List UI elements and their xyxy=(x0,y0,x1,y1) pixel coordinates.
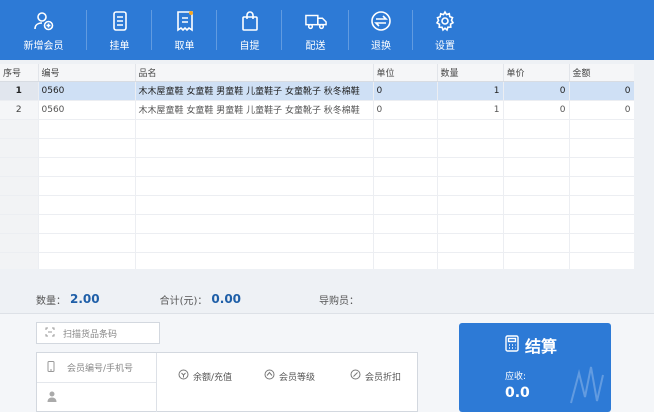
scan-icon xyxy=(45,327,55,340)
amount-total-label: 合计(元)： xyxy=(159,295,208,307)
balance-recharge-button[interactable]: 余额/充值 xyxy=(178,369,232,383)
col-header-unit[interactable]: 单位 xyxy=(373,64,438,82)
delivery-label: 配送 xyxy=(305,41,326,52)
amount-due-label: 应收: xyxy=(505,372,527,382)
hold-order-label: 挂单 xyxy=(109,41,130,52)
add-member-icon xyxy=(33,10,55,32)
empty-row xyxy=(0,233,634,253)
row-code[interactable]: 0560 xyxy=(38,100,136,120)
settings-button[interactable]: 设置 xyxy=(413,0,477,60)
empty-row xyxy=(0,138,634,158)
hold-order-icon xyxy=(109,10,131,32)
user-icon xyxy=(47,391,57,405)
row-amount[interactable]: 0 xyxy=(569,100,634,120)
return-exchange-label: 退换 xyxy=(371,41,391,52)
member-id-input[interactable]: 会员编号/手机号 xyxy=(37,353,156,383)
retrieve-order-label: 取单 xyxy=(174,41,195,52)
pickup-label: 自提 xyxy=(239,41,260,52)
delivery-truck-icon xyxy=(304,10,327,32)
row-qty[interactable]: 1 xyxy=(437,81,504,101)
delivery-button[interactable]: 配送 xyxy=(282,0,349,60)
qty-total-label: 数量： xyxy=(36,295,66,307)
empty-row xyxy=(0,214,634,234)
discount-icon xyxy=(350,369,361,383)
checkout-title: 结算 xyxy=(505,333,557,357)
member-level-label: 会员等级 xyxy=(279,372,316,383)
watermark-decoration xyxy=(570,366,604,404)
row-price[interactable]: 0 xyxy=(503,100,570,120)
barcode-scan-input[interactable]: 扫描货品条码 xyxy=(36,322,160,344)
grid-scrollbar[interactable] xyxy=(634,64,654,269)
row-seq: 2 xyxy=(0,100,39,120)
summary-bar: 数量： 2.00 合计(元)： 0.00 导购员： xyxy=(0,285,654,313)
member-panel: 会员编号/手机号 余额/充值 会员等级 会员折扣 xyxy=(36,352,418,412)
calculator-icon xyxy=(505,334,519,356)
col-header-name[interactable]: 品名 xyxy=(135,64,374,82)
col-header-seq[interactable]: 序号 xyxy=(0,64,39,82)
pickup-button[interactable]: 自提 xyxy=(217,0,282,60)
amount-due-value: 0.0 xyxy=(505,385,530,401)
row-amount[interactable]: 0 xyxy=(569,81,634,101)
member-discount-label: 会员折扣 xyxy=(365,372,402,383)
row-qty[interactable]: 1 xyxy=(437,100,504,120)
pickup-bag-icon xyxy=(239,10,261,32)
member-level-button[interactable]: 会员等级 xyxy=(264,369,315,383)
row-unit[interactable]: 0 xyxy=(373,100,438,120)
table-row[interactable]: 1 0560 木木屋童鞋 女童鞋 男童鞋 儿童鞋子 女童靴子 秋冬棉鞋 0 1 … xyxy=(0,81,634,101)
retrieve-order-icon xyxy=(174,10,196,32)
checkout-label: 结算 xyxy=(525,337,558,356)
checkout-button[interactable]: 结算 应收: 0.0 xyxy=(459,323,611,412)
member-id-placeholder: 会员编号/手机号 xyxy=(67,364,134,374)
row-code[interactable]: 0560 xyxy=(38,81,136,101)
col-header-amount[interactable]: 金额 xyxy=(569,64,634,82)
row-name[interactable]: 木木屋童鞋 女童鞋 男童鞋 儿童鞋子 女童靴子 秋冬棉鞋 xyxy=(135,81,374,101)
add-member-label: 新增会员 xyxy=(23,41,64,52)
level-icon xyxy=(264,369,275,383)
hold-order-button[interactable]: 挂单 xyxy=(87,0,152,60)
return-exchange-button[interactable]: 退换 xyxy=(349,0,413,60)
col-header-code[interactable]: 编号 xyxy=(38,64,136,82)
row-seq: 1 xyxy=(0,81,39,101)
empty-row xyxy=(0,195,634,215)
product-grid: 序号 编号 品名 单位 数量 单价 金额 1 0560 木木屋童鞋 女童鞋 男童… xyxy=(0,64,634,269)
phone-icon xyxy=(47,360,55,375)
member-discount-button[interactable]: 会员折扣 xyxy=(350,369,401,383)
grid-header: 序号 编号 品名 单位 数量 单价 金额 xyxy=(0,64,634,82)
empty-row xyxy=(0,119,634,139)
row-unit[interactable]: 0 xyxy=(373,81,438,101)
toolbar: 新增会员 挂单 取单 自提 配送 退换 设置 xyxy=(0,0,654,60)
table-row[interactable]: 2 0560 木木屋童鞋 女童鞋 男童鞋 儿童鞋子 女童靴子 秋冬棉鞋 0 1 … xyxy=(0,100,634,120)
row-name[interactable]: 木木屋童鞋 女童鞋 男童鞋 儿童鞋子 女童靴子 秋冬棉鞋 xyxy=(135,100,374,120)
coin-icon xyxy=(178,369,189,383)
member-fields: 会员编号/手机号 xyxy=(37,353,157,412)
retrieve-order-button[interactable]: 取单 xyxy=(152,0,217,60)
row-price[interactable]: 0 xyxy=(503,81,570,101)
settings-label: 设置 xyxy=(435,41,455,52)
empty-row xyxy=(0,157,634,177)
col-header-price[interactable]: 单价 xyxy=(503,64,570,82)
balance-recharge-label: 余额/充值 xyxy=(193,372,233,383)
gear-icon xyxy=(434,10,456,32)
col-header-qty[interactable]: 数量 xyxy=(437,64,504,82)
scan-placeholder: 扫描货品条码 xyxy=(63,329,118,340)
member-name-input[interactable] xyxy=(37,383,156,412)
empty-row xyxy=(0,252,634,269)
empty-row xyxy=(0,176,634,196)
add-member-button[interactable]: 新增会员 xyxy=(0,0,87,60)
return-exchange-icon xyxy=(370,10,392,32)
qty-total-value: 2.00 xyxy=(70,292,100,306)
sales-guide-label: 导购员： xyxy=(319,295,360,307)
amount-total-value: 0.00 xyxy=(211,292,242,306)
